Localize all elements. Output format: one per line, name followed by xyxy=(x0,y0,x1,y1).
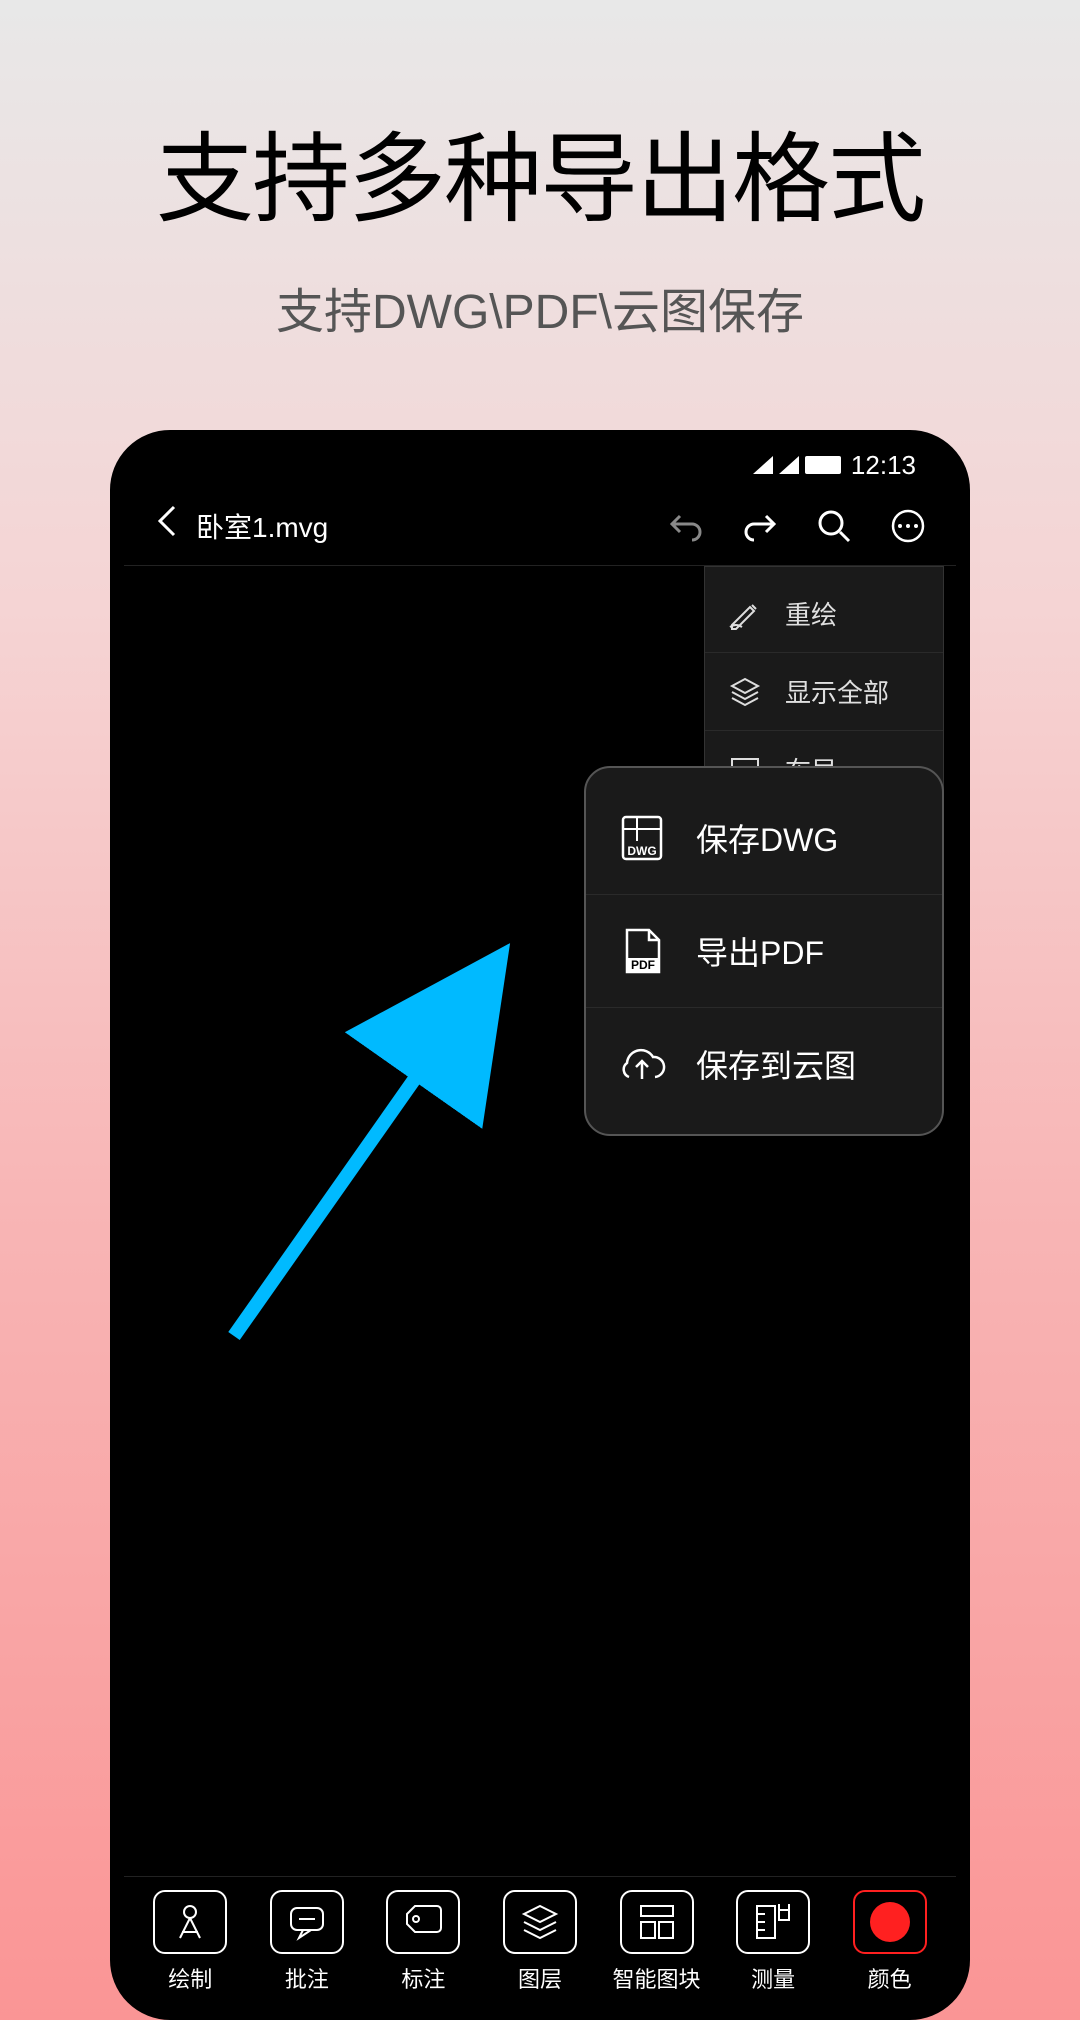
tool-blocks[interactable]: 智能图块 xyxy=(607,1890,707,1994)
tool-layers[interactable]: 图层 xyxy=(490,1890,590,1994)
export-label: 保存DWG xyxy=(696,815,838,861)
redraw-icon xyxy=(727,596,763,632)
export-label: 导出PDF xyxy=(696,928,824,974)
undo-icon xyxy=(668,508,704,544)
status-signal-icons xyxy=(753,456,841,474)
canvas-area[interactable]: 重绘 显示全部 布局 DWG xyxy=(124,566,956,1876)
phone-screen: 12:13 卧室1.mvg xyxy=(124,444,956,2006)
measure-icon xyxy=(736,1890,810,1954)
tool-comment[interactable]: 批注 xyxy=(257,1890,357,1994)
export-label: 保存到云图 xyxy=(696,1041,856,1087)
export-item-cloud[interactable]: 保存到云图 xyxy=(586,1008,942,1120)
tool-label: 图层 xyxy=(518,1962,562,1994)
comment-icon xyxy=(270,1890,344,1954)
dropdown-item-showall[interactable]: 显示全部 xyxy=(705,653,943,731)
promo-subtitle: 支持DWG\PDF\云图保存 xyxy=(0,272,1080,342)
tool-label: 标注 xyxy=(401,1962,445,1994)
tool-label: 测量 xyxy=(751,1962,795,1994)
back-button[interactable] xyxy=(154,503,178,549)
signal-icon xyxy=(779,456,799,474)
tool-label: 颜色 xyxy=(868,1962,912,1994)
highlight-arrow-icon xyxy=(224,936,514,1346)
phone-frame: 12:13 卧室1.mvg xyxy=(110,430,970,2020)
app-header: 卧室1.mvg xyxy=(124,486,956,566)
tag-icon xyxy=(386,1890,460,1954)
more-button[interactable] xyxy=(890,508,926,544)
file-title: 卧室1.mvg xyxy=(196,506,650,546)
promo-title: 支持多种导出格式 xyxy=(0,100,1080,242)
export-item-dwg[interactable]: DWG 保存DWG xyxy=(586,782,942,895)
battery-icon xyxy=(805,456,841,474)
layers-stack-icon xyxy=(727,674,763,710)
tool-draw[interactable]: 绘制 xyxy=(140,1890,240,1994)
dropdown-label: 重绘 xyxy=(785,595,837,632)
dwg-file-icon: DWG xyxy=(616,812,668,864)
layers-icon xyxy=(503,1890,577,1954)
tool-label: 绘制 xyxy=(168,1962,212,1994)
pdf-file-icon: PDF xyxy=(616,925,668,977)
more-icon xyxy=(890,508,926,544)
header-actions xyxy=(668,508,926,544)
export-item-pdf[interactable]: PDF 导出PDF xyxy=(586,895,942,1008)
chevron-left-icon xyxy=(154,503,178,539)
draw-icon xyxy=(153,1890,227,1954)
redo-icon xyxy=(742,508,778,544)
tool-measure[interactable]: 测量 xyxy=(723,1890,823,1994)
color-icon xyxy=(853,1890,927,1954)
svg-text:DWG: DWG xyxy=(627,844,656,858)
search-button[interactable] xyxy=(816,508,852,544)
search-icon xyxy=(816,508,852,544)
status-bar: 12:13 xyxy=(124,444,956,486)
svg-text:PDF: PDF xyxy=(631,958,655,972)
tool-tag[interactable]: 标注 xyxy=(373,1890,473,1994)
undo-button[interactable] xyxy=(668,508,704,544)
signal-icon xyxy=(753,456,773,474)
dropdown-item-redraw[interactable]: 重绘 xyxy=(705,575,943,653)
blocks-icon xyxy=(620,1890,694,1954)
bottom-toolbar: 绘制 批注 标注 图层 xyxy=(124,1876,956,2006)
cloud-upload-icon xyxy=(616,1038,668,1090)
tool-label: 智能图块 xyxy=(613,1962,701,1994)
tool-label: 批注 xyxy=(285,1962,329,1994)
status-time: 12:13 xyxy=(851,450,916,481)
tool-color[interactable]: 颜色 xyxy=(840,1890,940,1994)
redo-button[interactable] xyxy=(742,508,778,544)
export-popover: DWG 保存DWG PDF 导出PDF 保存到云图 xyxy=(584,766,944,1136)
dropdown-label: 显示全部 xyxy=(785,673,889,710)
